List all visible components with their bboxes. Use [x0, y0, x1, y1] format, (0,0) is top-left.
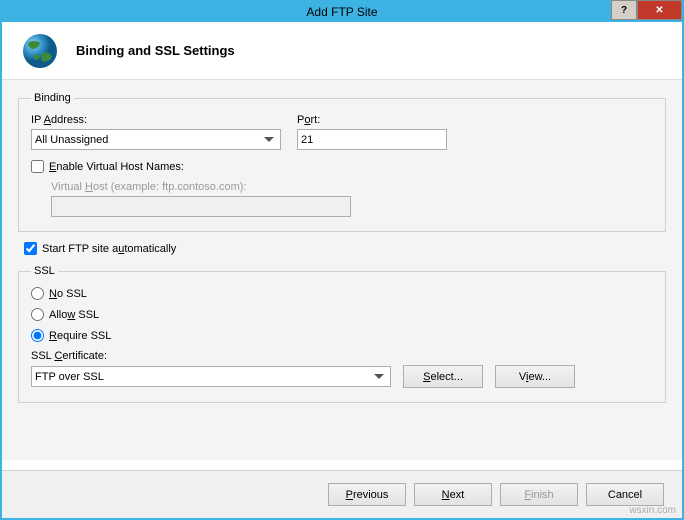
ssl-cert-label: SSL Certificate: [31, 350, 653, 362]
ip-address-label: IP Address: [31, 114, 281, 126]
ssl-legend: SSL [31, 265, 58, 277]
select-cert-button[interactable]: Select... [403, 365, 483, 388]
dialog-window: Add FTP Site ? ✕ Binding and SSL Setting… [0, 0, 684, 520]
previous-button[interactable]: Previous [328, 483, 406, 506]
next-button[interactable]: Next [414, 483, 492, 506]
ssl-group: SSL No SSL Allow SSL Require SSL SSL Cer… [18, 265, 666, 403]
autostart-label: Start FTP site automatically [42, 243, 176, 255]
binding-legend: Binding [31, 92, 74, 104]
binding-row: IP Address: All Unassigned Port: [31, 114, 653, 150]
titlebar-buttons: ? ✕ [611, 0, 682, 20]
watermark: wsxin.com [629, 505, 676, 516]
require-ssl-label: Require SSL [49, 330, 111, 342]
ip-address-select[interactable]: All Unassigned [31, 129, 281, 150]
vhost-input [51, 196, 351, 217]
require-ssl-row: Require SSL [31, 329, 653, 342]
content-area: Binding IP Address: All Unassigned Port:… [2, 80, 682, 460]
autostart-row: Start FTP site automatically [24, 242, 666, 255]
binding-group: Binding IP Address: All Unassigned Port:… [18, 92, 666, 232]
finish-button: Finish [500, 483, 578, 506]
enable-vhost-label: Enable Virtual Host Names: [49, 161, 184, 173]
view-cert-button[interactable]: View... [495, 365, 575, 388]
vhost-block: Virtual Host (example: ftp.contoso.com): [31, 181, 653, 217]
page-title: Binding and SSL Settings [76, 43, 235, 58]
close-button[interactable]: ✕ [637, 0, 682, 20]
enable-vhost-checkbox[interactable] [31, 160, 44, 173]
window-title: Add FTP Site [306, 5, 377, 19]
port-field: Port: [297, 114, 447, 150]
no-ssl-radio[interactable] [31, 287, 44, 300]
no-ssl-label: No SSL [49, 288, 87, 300]
help-button[interactable]: ? [611, 0, 637, 20]
vhost-field-label: Virtual Host (example: ftp.contoso.com): [51, 181, 653, 193]
enable-vhost-row: Enable Virtual Host Names: [31, 160, 653, 173]
ssl-cert-row: FTP over SSL Select... View... [31, 365, 653, 388]
titlebar: Add FTP Site ? ✕ [2, 2, 682, 22]
globe-icon [20, 31, 60, 71]
port-label: Port: [297, 114, 447, 126]
require-ssl-radio[interactable] [31, 329, 44, 342]
wizard-footer: Previous Next Finish Cancel [2, 470, 682, 518]
allow-ssl-label: Allow SSL [49, 309, 99, 321]
no-ssl-row: No SSL [31, 287, 653, 300]
ip-address-field: IP Address: All Unassigned [31, 114, 281, 150]
autostart-checkbox[interactable] [24, 242, 37, 255]
ssl-cert-select[interactable]: FTP over SSL [31, 366, 391, 387]
header-bar: Binding and SSL Settings [2, 22, 682, 80]
cancel-button[interactable]: Cancel [586, 483, 664, 506]
port-input[interactable] [297, 129, 447, 150]
allow-ssl-row: Allow SSL [31, 308, 653, 321]
allow-ssl-radio[interactable] [31, 308, 44, 321]
